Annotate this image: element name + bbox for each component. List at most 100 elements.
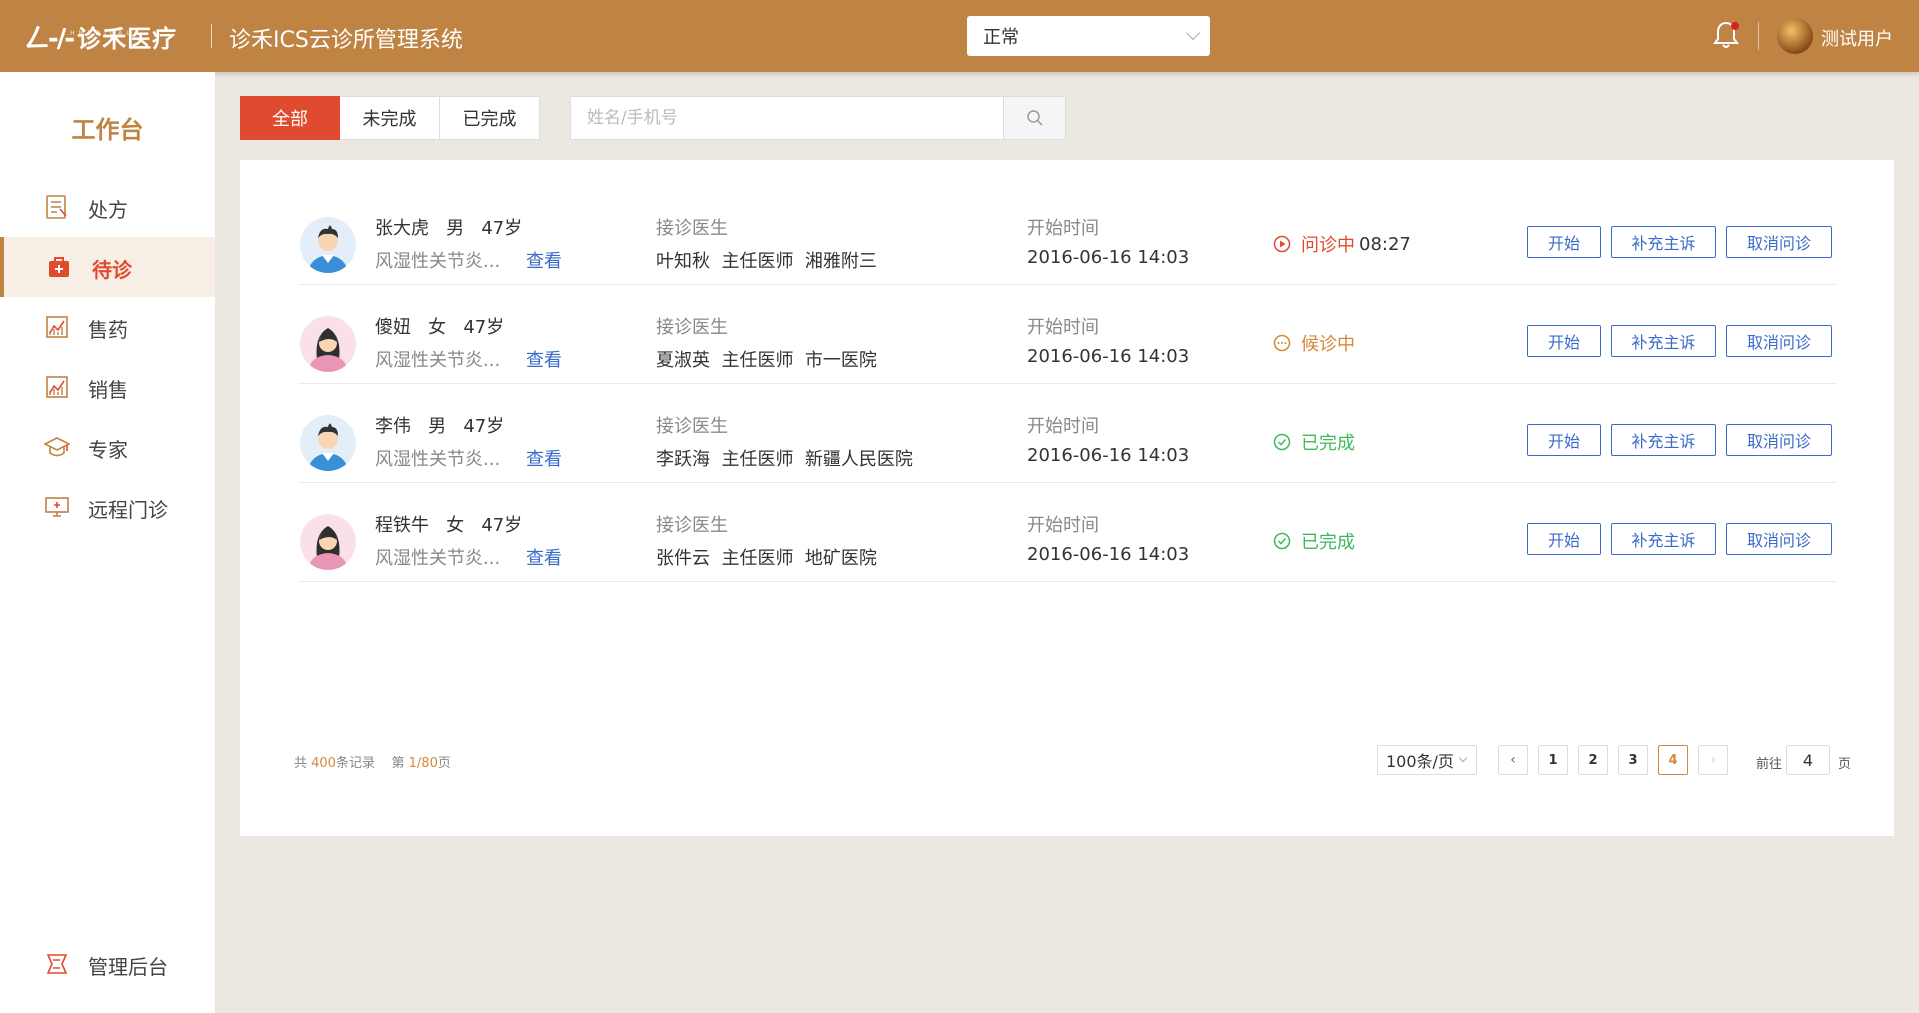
doctor-info: 李跃海 主任医师 新疆人民医院 <box>656 445 913 471</box>
view-link[interactable]: 查看 <box>526 445 562 471</box>
start-button[interactable]: 开始 <box>1527 424 1601 456</box>
start-button[interactable]: 开始 <box>1527 226 1601 258</box>
table-row: 李伟 男 47岁 风湿性关节炎... 查看 接诊医生 李跃海 主任医师 新疆人民医院 开始… <box>298 384 1836 483</box>
doctor-hospital: 市一医院 <box>804 350 877 371</box>
sidebar-item-label: 专家 <box>88 438 128 462</box>
search-button[interactable] <box>1003 97 1065 139</box>
patient-name: 程铁牛 <box>375 515 429 536</box>
sidebar-item-waiting[interactable]: 待诊 <box>0 237 215 297</box>
start-button[interactable]: 开始 <box>1527 325 1601 357</box>
cancel-consultation-button[interactable]: 取消问诊 <box>1726 325 1832 357</box>
check-circle-icon <box>1273 532 1291 550</box>
medical-kit-icon <box>49 257 69 277</box>
status-badge: 问诊中 08:27 <box>1273 231 1411 257</box>
doctor-info: 叶知秋 主任医师 湘雅附三 <box>656 247 877 273</box>
start-time-label: 开始时间 <box>1027 416 1099 437</box>
status-text: 候诊中 <box>1301 334 1355 355</box>
goto-label: 前往 <box>1756 757 1783 772</box>
status-badge: 已完成 <box>1273 429 1355 455</box>
search-input[interactable] <box>571 97 1005 139</box>
filter-tabs: 全部 未完成 已完成 <box>240 96 540 140</box>
doctor-title: 主任医师 <box>721 449 794 470</box>
header-divider <box>211 24 212 48</box>
doctor-label: 接诊医生 <box>656 218 728 239</box>
start-button[interactable]: 开始 <box>1527 523 1601 555</box>
diagnosis: 风湿性关节炎... <box>375 251 501 272</box>
table-row: 张大虎 男 47岁风湿性关节炎... 查看 接诊医生叶知秋 主任医师 湘雅附三 开始时… <box>298 186 1836 285</box>
patient-info: 张大虎 男 47岁 <box>375 214 522 240</box>
status-badge: 候诊中 <box>1273 330 1355 356</box>
page-button-3[interactable]: 3 <box>1618 745 1648 775</box>
username[interactable]: 测试用户 <box>1821 25 1893 51</box>
table-row: 傻妞 女 47岁 风湿性关节炎... 查看 接诊医生 夏淑英 主任医师 市一医院 开始时间… <box>298 285 1836 384</box>
supplement-complaint-button[interactable]: 补充主诉 <box>1611 424 1716 456</box>
page-suffix: 页 <box>437 756 451 771</box>
doctor-label: 接诊医生 <box>656 515 728 536</box>
sidebar-item-experts[interactable]: 专家 <box>0 417 215 477</box>
view-link[interactable]: 查看 <box>526 346 562 372</box>
user-avatar[interactable] <box>1777 18 1813 54</box>
header-separator <box>1758 22 1759 50</box>
patient-age: 47岁 <box>481 515 523 536</box>
sidebar-item-admin[interactable]: 管理后台 <box>0 934 215 994</box>
start-time-label: 开始时间 <box>1027 218 1099 239</box>
doctor-title: 主任医师 <box>721 251 794 272</box>
total-count: 400 <box>311 756 336 771</box>
status-badge: 已完成 <box>1273 528 1355 554</box>
doctor-name: 李跃海 <box>656 449 710 470</box>
patient-age: 47岁 <box>481 218 523 239</box>
chevron-down-icon <box>1185 25 1201 41</box>
sidebar-item-prescription[interactable]: 处方 <box>0 177 215 237</box>
tab-all[interactable]: 全部 <box>240 96 340 140</box>
next-page-button[interactable]: › <box>1698 745 1728 775</box>
cancel-consultation-button[interactable]: 取消问诊 <box>1726 424 1832 456</box>
view-link[interactable]: 查看 <box>526 247 562 273</box>
tab-incomplete[interactable]: 未完成 <box>340 96 440 140</box>
sidebar-item-label: 销售 <box>88 378 128 402</box>
status-select[interactable]: 正常 <box>967 16 1210 56</box>
sidebar-item-label: 处方 <box>88 198 128 222</box>
patient-age: 47岁 <box>463 416 505 437</box>
patient-avatar <box>300 217 356 273</box>
page-size-select[interactable]: 100条/页 <box>1377 745 1477 775</box>
sidebar-item-label: 待诊 <box>92 258 132 282</box>
patient-info: 李伟 男 47岁 <box>375 412 504 438</box>
cancel-consultation-button[interactable]: 取消问诊 <box>1726 523 1832 555</box>
table-row: 程铁牛 女 47岁 风湿性关节炎... 查看 接诊医生 张件云 主任医师 地矿医院 开始时… <box>298 483 1836 582</box>
chart-icon <box>46 316 68 338</box>
check-circle-icon <box>1273 433 1291 451</box>
page-button-2[interactable]: 2 <box>1578 745 1608 775</box>
sidebar-item-sales[interactable]: 销售 <box>0 357 215 417</box>
status-text: 已完成 <box>1301 433 1355 454</box>
doctor-info: 夏淑英 主任医师 市一医院 <box>656 346 877 372</box>
doctor-name: 叶知秋 <box>656 251 710 272</box>
play-circle-icon <box>1273 235 1291 253</box>
search-icon <box>1027 110 1043 126</box>
top-bar: ㄥ-/- 诊禾医疗 ZHMEDICAL 诊禾ICS云诊所管理系统 正常 测试用户 <box>0 0 1919 72</box>
view-link[interactable]: 查看 <box>526 544 562 570</box>
sidebar-item-remote-clinic[interactable]: 远程门诊 <box>0 477 215 537</box>
patient-name: 李伟 <box>375 416 411 437</box>
elapsed-timer: 08:27 <box>1359 233 1411 255</box>
supplement-complaint-button[interactable]: 补充主诉 <box>1611 523 1716 555</box>
cancel-consultation-button[interactable]: 取消问诊 <box>1726 226 1832 258</box>
total-suffix: 条记录 <box>335 756 375 771</box>
patient-avatar <box>300 415 356 471</box>
doctor-hospital: 新疆人民医院 <box>804 449 913 470</box>
page-button-1[interactable]: 1 <box>1538 745 1568 775</box>
goto-page-input[interactable]: 4 <box>1786 745 1830 775</box>
goto-page-suffix: 页 <box>1838 757 1852 772</box>
sidebar-item-drug-sales[interactable]: 售药 <box>0 297 215 357</box>
prev-page-button[interactable]: ‹ <box>1498 745 1528 775</box>
supplement-complaint-button[interactable]: 补充主诉 <box>1611 325 1716 357</box>
total-prefix: 共 <box>294 756 312 771</box>
start-time-label: 开始时间 <box>1027 515 1099 536</box>
page-size-value: 100条/页 <box>1386 752 1454 771</box>
tab-completed[interactable]: 已完成 <box>440 96 540 140</box>
doctor-label: 接诊医生 <box>656 317 728 338</box>
start-time: 2016-06-16 14:03 <box>1027 445 1190 466</box>
supplement-complaint-button[interactable]: 补充主诉 <box>1611 226 1716 258</box>
patient-name: 傻妞 <box>375 317 411 338</box>
page-button-4[interactable]: 4 <box>1658 745 1688 775</box>
patient-gender: 男 <box>446 218 465 239</box>
